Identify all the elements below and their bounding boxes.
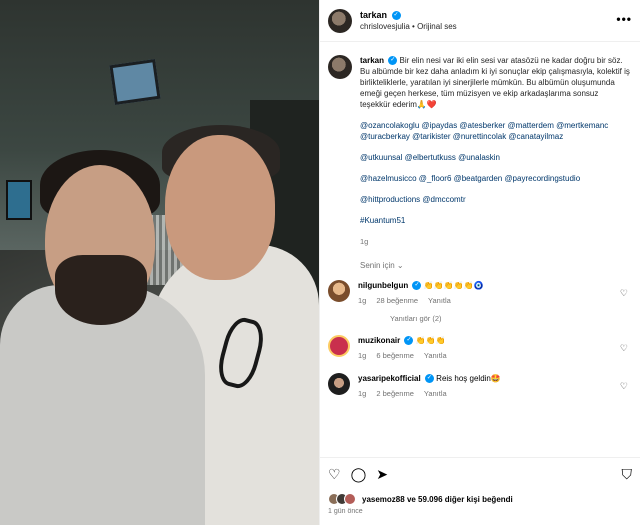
view-replies-button[interactable]: Yanıtları gör (2) [390, 314, 632, 323]
comment-username[interactable]: nilgunbelgun [358, 281, 408, 290]
comment-avatar[interactable] [328, 373, 350, 395]
verified-icon: ✓ [424, 374, 434, 384]
liked-by-rest[interactable]: ve 59.096 diğer kişi beğendi [407, 495, 513, 504]
post-actions-area: ♡ ◯ ➤ ⛉ yasemoz88 ve 59.096 diğer kişi b… [320, 457, 640, 525]
caption-username[interactable]: tarkan [360, 56, 384, 65]
comment-time[interactable]: 1g [358, 388, 366, 399]
action-bar: ♡ ◯ ➤ ⛉ [328, 466, 632, 483]
mention-line[interactable]: @ozancolakoglu @ipaydas @atesberker @mat… [360, 120, 630, 142]
comment: nilgunbelgun ✓ 👏👏👏👏👏🧿 1g 28 beğenme Yanı… [328, 280, 632, 306]
mention-line[interactable]: @hittproductions @dmccomtr [360, 194, 630, 205]
verified-icon: ✓ [412, 281, 422, 291]
caption-time[interactable]: 1g [360, 236, 630, 247]
heart-icon[interactable]: ♡ [620, 381, 628, 392]
comment: muzikonair ✓ 👏👏👏 1g 6 beğenme Yanıtla ♡ [328, 335, 632, 361]
likes-summary: yasemoz88 ve 59.096 diğer kişi beğendi [328, 493, 632, 505]
mention-line[interactable]: @hazelmusicco @_floor6 @beatgarden @payr… [360, 173, 630, 184]
post-panel: tarkan ✓ chrislovesjulia • Orijinal ses … [319, 0, 640, 525]
post-date[interactable]: 1 gün önce [328, 508, 632, 515]
mention-line[interactable]: @utkuunsal @elbertutkuss @unalaskin [360, 152, 630, 163]
comment-username[interactable]: yasaripekofficial [358, 374, 421, 383]
collab-user[interactable]: chrislovesjulia [360, 22, 410, 31]
verified-icon: ✓ [388, 56, 398, 66]
comment-time[interactable]: 1g [358, 295, 366, 306]
author-username[interactable]: tarkan [360, 10, 387, 20]
comment-likes[interactable]: 6 beğenme [376, 350, 414, 361]
post-header: tarkan ✓ chrislovesjulia • Orijinal ses … [320, 0, 640, 42]
heart-icon[interactable]: ♡ [620, 288, 628, 299]
comment: yasaripekofficial ✓ Reis hoş geldin🤩 1g … [328, 373, 632, 399]
caption-avatar[interactable] [328, 55, 352, 79]
comment-sort[interactable]: Senin için ⌄ [360, 261, 632, 270]
heart-icon[interactable]: ♡ [620, 343, 628, 354]
hashtag[interactable]: #Kuantum51 [360, 215, 630, 226]
comments-scroll[interactable]: tarkan ✓ Bir elin nesi var iki elin sesi… [320, 43, 640, 457]
verified-icon: ✓ [391, 11, 401, 21]
author-avatar[interactable] [328, 8, 352, 33]
heart-icon[interactable]: ♡ [328, 466, 341, 483]
comment-likes[interactable]: 2 beğenme [376, 388, 414, 399]
caption-text: Bir elin nesi var iki elin sesi var atas… [360, 56, 630, 109]
reply-button[interactable]: Yanıtla [428, 295, 451, 306]
post-photo[interactable] [0, 0, 319, 525]
reply-button[interactable]: Yanıtla [424, 350, 447, 361]
save-icon[interactable]: ⛉ [622, 466, 633, 483]
liked-by-user[interactable]: yasemoz88 [362, 495, 405, 504]
share-icon[interactable]: ➤ [376, 466, 388, 483]
reply-button[interactable]: Yanıtla [424, 388, 447, 399]
verified-icon: ✓ [404, 336, 414, 346]
comment-time[interactable]: 1g [358, 350, 366, 361]
more-icon[interactable]: ••• [616, 12, 632, 26]
subline-separator: • [412, 22, 415, 32]
comment-likes[interactable]: 28 beğenme [376, 295, 418, 306]
comment-username[interactable]: muzikonair [358, 336, 400, 345]
comment-icon[interactable]: ◯ [351, 466, 367, 483]
audio-label[interactable]: Orijinal ses [417, 22, 457, 31]
comment-avatar[interactable] [328, 335, 350, 357]
caption: tarkan ✓ Bir elin nesi var iki elin sesi… [328, 55, 632, 247]
comment-avatar[interactable] [328, 280, 350, 302]
liker-avatars[interactable] [328, 493, 356, 505]
comment-text: 👏👏👏 [415, 336, 446, 345]
comment-text: Reis hoş geldin🤩 [436, 374, 501, 383]
comment-text: 👏👏👏👏👏🧿 [423, 281, 484, 290]
post-view: tarkan ✓ chrislovesjulia • Orijinal ses … [0, 0, 640, 525]
